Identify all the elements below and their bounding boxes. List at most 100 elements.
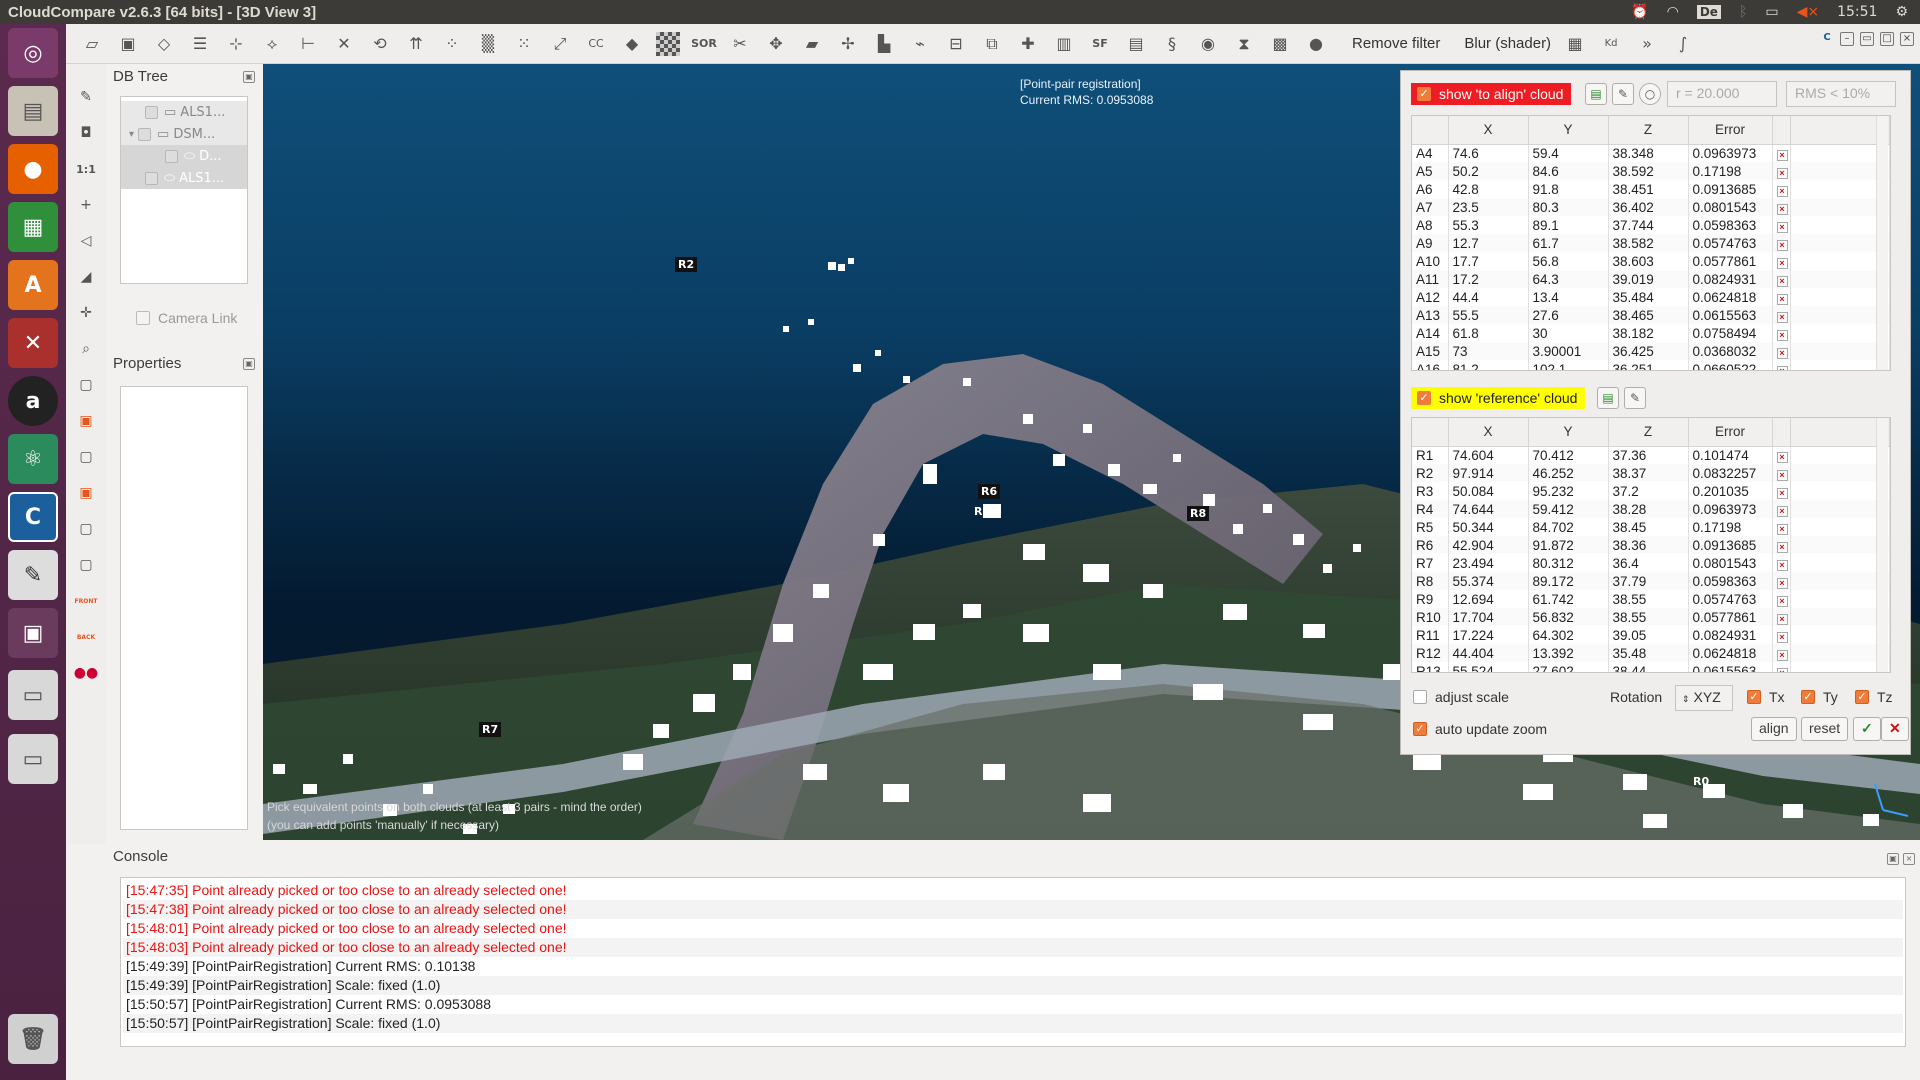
tree-item[interactable]: ⬭ D... (121, 145, 247, 167)
top-view-icon[interactable]: ▢ (75, 374, 97, 396)
value-cell[interactable]: 27.602 (1528, 662, 1609, 672)
value-cell[interactable]: 102.1 (1528, 360, 1609, 370)
table-row[interactable]: A13 55.5 27.6 38.465 0.0615563 × (1412, 306, 1890, 324)
column-header[interactable]: Z (1608, 418, 1689, 447)
value-cell[interactable]: 36.402 (1608, 198, 1689, 216)
to-align-scrollbar[interactable] (1876, 116, 1888, 370)
value-cell[interactable]: 35.484 (1608, 288, 1689, 306)
value-cell[interactable]: 3.90001 (1528, 342, 1609, 360)
alarm-icon[interactable]: ⏰ (1631, 4, 1648, 20)
film-icon[interactable]: ▤ (1124, 32, 1148, 56)
remove-point-icon[interactable]: × (1776, 311, 1788, 323)
zoom-icon[interactable]: ⌕ (75, 338, 97, 360)
value-cell[interactable]: 0.0758494 (1688, 324, 1773, 342)
value-cell[interactable]: 89.1 (1528, 216, 1609, 234)
point-id-cell[interactable]: R4 (1412, 500, 1449, 518)
scalar-field-icon[interactable]: SF (1088, 32, 1112, 56)
open-icon[interactable]: ▱ (80, 32, 104, 56)
point-id-cell[interactable]: R12 (1412, 644, 1449, 662)
remove-point-icon[interactable]: × (1776, 329, 1788, 341)
subsample-icon[interactable]: ▒ (476, 32, 500, 56)
cross-section-icon[interactable]: ✂ (728, 32, 752, 56)
properties-panel[interactable] (120, 386, 248, 830)
value-cell[interactable]: 0.0963973 (1688, 500, 1773, 518)
value-cell[interactable]: 59.4 (1528, 144, 1609, 162)
value-cell[interactable]: 17.704 (1448, 608, 1529, 626)
calculator-icon[interactable]: ▥ (1052, 32, 1076, 56)
value-cell[interactable]: 50.344 (1448, 518, 1529, 536)
value-cell[interactable]: 36.4 (1608, 554, 1689, 572)
table-row[interactable]: A5 50.2 84.6 38.592 0.17198 × (1412, 162, 1890, 180)
point-id-cell[interactable]: R9 (1412, 590, 1449, 608)
value-cell[interactable]: 0.0368032 (1688, 342, 1773, 360)
remove-point-icon[interactable]: × (1776, 649, 1788, 661)
point-id-cell[interactable]: A6 (1412, 180, 1449, 198)
volume-icon[interactable]: ◀× (1797, 4, 1820, 20)
point-id-cell[interactable]: R7 (1412, 554, 1449, 572)
value-cell[interactable]: 81.2 (1448, 360, 1529, 370)
value-cell[interactable]: 61.8 (1448, 324, 1529, 342)
to-align-points-table[interactable]: X Y Z Error A4 74.6 59.4 38.348 0.0963973 × A5… (1411, 115, 1891, 371)
restore-button[interactable]: ▭ (1860, 32, 1874, 46)
value-cell[interactable]: 39.019 (1608, 270, 1689, 288)
normals-icon[interactable]: ⇈ (404, 32, 428, 56)
value-cell[interactable]: 30 (1528, 324, 1609, 342)
value-cell[interactable]: 38.45 (1608, 518, 1689, 536)
text-editor-icon[interactable]: ✎ (8, 550, 58, 600)
value-cell[interactable]: 12.694 (1448, 590, 1529, 608)
back-view-icon[interactable]: ▣ (75, 482, 97, 504)
close-button[interactable]: × (1900, 32, 1914, 46)
speech-icon[interactable]: ◉ (1196, 32, 1220, 56)
right-view-icon[interactable]: ▢ (75, 518, 97, 540)
perspective-icon[interactable]: ◢ (75, 266, 97, 288)
table-row[interactable]: R5 50.344 84.702 38.45 0.17198 × (1412, 518, 1890, 536)
curve-icon[interactable]: ∫ (1671, 32, 1695, 56)
column-header[interactable] (1412, 418, 1449, 447)
ubuntu-dash-icon[interactable]: ◎ (8, 28, 58, 78)
show-reference-checkbox[interactable]: ✓ (1417, 391, 1431, 405)
value-cell[interactable]: 0.17198 (1688, 162, 1773, 180)
clock[interactable]: 15:51 (1837, 4, 1877, 20)
value-cell[interactable]: 38.465 (1608, 306, 1689, 324)
value-cell[interactable]: 27.6 (1528, 306, 1609, 324)
reference-points-table[interactable]: X Y Z Error R1 74.604 70.412 37.36 0.101474 ×… (1411, 417, 1891, 673)
value-cell[interactable]: 17.7 (1448, 252, 1529, 270)
value-cell[interactable]: 0.101474 (1688, 446, 1773, 464)
console-float-button[interactable]: ▣ (1887, 853, 1899, 865)
noise-icon[interactable]: ⁙ (512, 32, 536, 56)
segment-icon[interactable]: ⊢ (296, 32, 320, 56)
column-header[interactable]: Y (1528, 418, 1609, 447)
value-cell[interactable]: 0.0913685 (1688, 536, 1773, 554)
remove-point-icon[interactable]: × (1776, 293, 1788, 305)
value-cell[interactable]: 17.2 (1448, 270, 1529, 288)
camera-icon[interactable]: ◘ (75, 122, 97, 144)
table-row[interactable]: A8 55.3 89.1 37.744 0.0598363 × (1412, 216, 1890, 234)
value-cell[interactable]: 0.0598363 (1688, 572, 1773, 590)
value-cell[interactable]: 55.374 (1448, 572, 1529, 590)
column-header[interactable]: X (1448, 418, 1529, 447)
value-cell[interactable]: 39.05 (1608, 626, 1689, 644)
rms-filter-spinbox[interactable]: RMS < 10% (1786, 81, 1896, 107)
point-id-cell[interactable]: A11 (1412, 270, 1449, 288)
translate-icon[interactable]: ⟲ (368, 32, 392, 56)
plane-icon[interactable]: ▰ (800, 32, 824, 56)
wifi-icon[interactable]: ◠ (1667, 4, 1679, 20)
ty-checkbox[interactable]: ✓ (1801, 690, 1815, 704)
show-to-align-toggle[interactable]: ✓ show 'to align' cloud (1411, 83, 1572, 105)
point-id-cell[interactable]: A7 (1412, 198, 1449, 216)
remove-point-icon[interactable]: × (1776, 505, 1788, 517)
firefox-icon[interactable]: ● (8, 144, 58, 194)
value-cell[interactable]: 50.084 (1448, 482, 1529, 500)
checker-icon[interactable] (656, 31, 680, 56)
value-cell[interactable]: 0.0615563 (1688, 662, 1773, 672)
value-cell[interactable]: 0.0801543 (1688, 198, 1773, 216)
tz-checkbox[interactable]: ✓ (1855, 690, 1869, 704)
value-cell[interactable]: 46.252 (1528, 464, 1609, 482)
expand-arrow-icon[interactable]: ▾ (129, 129, 134, 140)
remove-point-icon[interactable]: × (1776, 275, 1788, 287)
table-row[interactable]: R6 42.904 91.872 38.36 0.0913685 × (1412, 536, 1890, 554)
clone-icon[interactable]: ◇ (152, 32, 176, 56)
ty-option[interactable]: ✓ Ty (1801, 689, 1838, 705)
visibility-checkbox[interactable] (145, 105, 158, 119)
cloudcompare-icon[interactable]: C (8, 492, 58, 542)
